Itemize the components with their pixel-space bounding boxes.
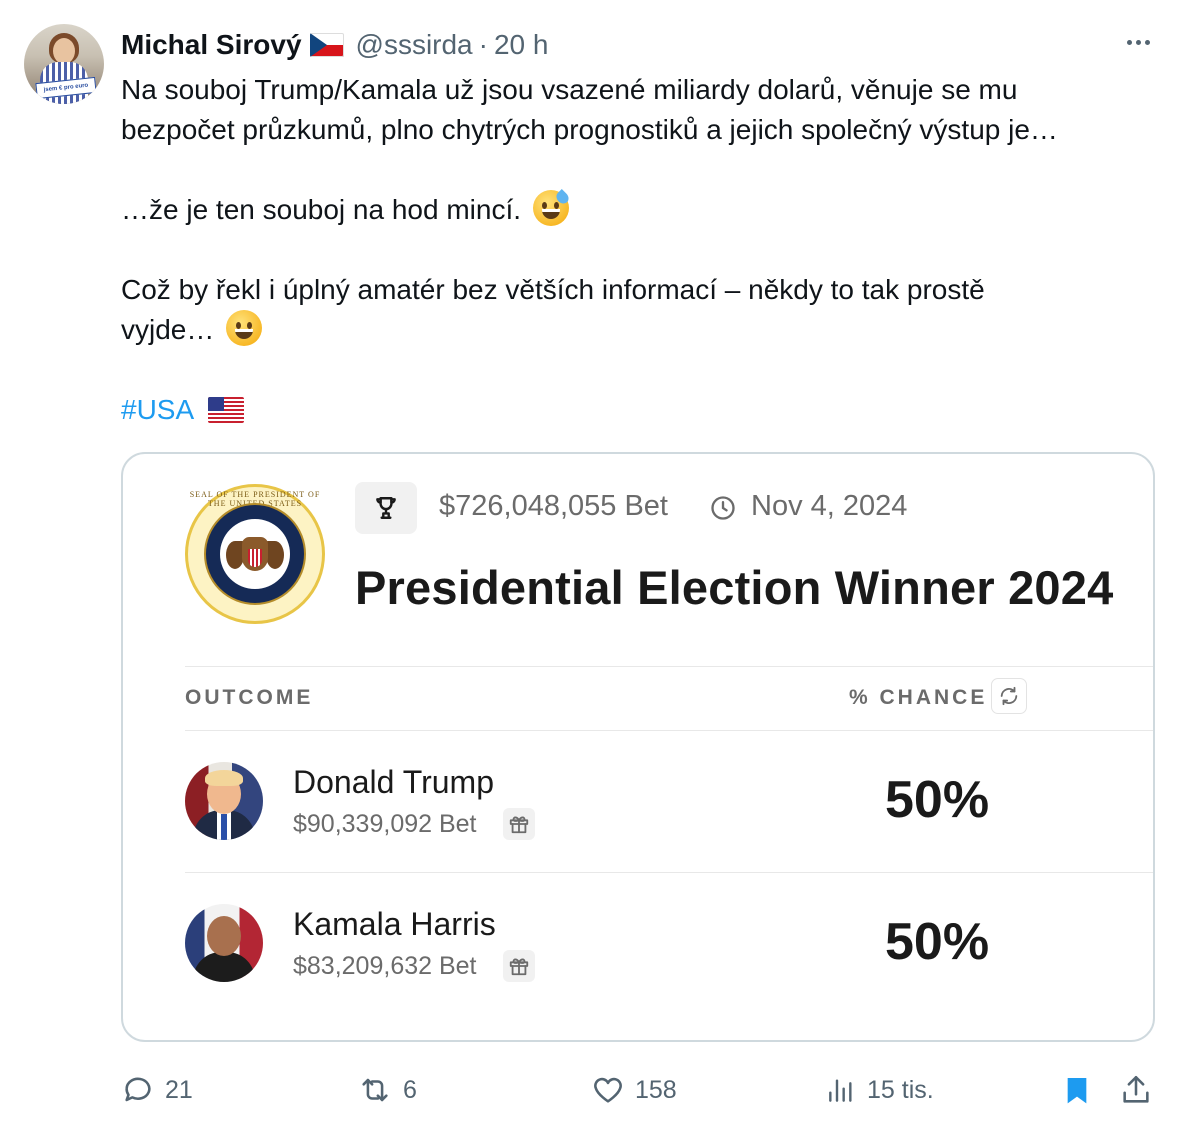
candidate-photo-harris bbox=[185, 904, 263, 982]
candidate-name: Kamala Harris bbox=[293, 906, 496, 942]
repost-button[interactable]: 6 bbox=[357, 1070, 417, 1110]
candidate-chance: 50% bbox=[885, 771, 990, 829]
presidential-seal-icon: SEAL OF THE PRESIDENT OF THE UNITED STAT… bbox=[185, 484, 325, 624]
tweet-paragraph: vyjde… bbox=[121, 310, 1171, 350]
us-flag-icon bbox=[208, 397, 245, 423]
like-count: 158 bbox=[635, 1075, 677, 1104]
share-button[interactable] bbox=[1119, 1070, 1163, 1110]
tweet-line: bezpočet průzkumů, plno chytrých prognos… bbox=[121, 114, 1058, 145]
chance-column-header: % CHANCE bbox=[849, 686, 988, 709]
tweet-paragraph: …že je ten souboj na hod mincí. bbox=[121, 189, 1171, 230]
candidate-chance: 50% bbox=[885, 913, 990, 971]
candidate-bet: $83,209,632 Bet bbox=[293, 952, 477, 980]
outcome-column-header: OUTCOME bbox=[185, 686, 314, 709]
tweet-line: Což by řekl i úplný amatér bez větších i… bbox=[121, 274, 985, 305]
divider bbox=[185, 872, 1153, 873]
refresh-icon bbox=[991, 678, 1027, 714]
reply-button[interactable]: 21 bbox=[121, 1070, 193, 1110]
view-count: 15 tis. bbox=[867, 1075, 934, 1104]
tweet-header: Michal Sirový @sssirda · 20 h bbox=[121, 28, 548, 62]
grinning-emoji-icon bbox=[226, 310, 263, 346]
hashtag-link[interactable]: #USA bbox=[121, 394, 193, 425]
more-options-icon[interactable] bbox=[1120, 30, 1156, 54]
candidate-bet: $90,339,092 Bet bbox=[293, 810, 477, 838]
reply-count: 21 bbox=[165, 1075, 193, 1104]
embedded-image[interactable]: SEAL OF THE PRESIDENT OF THE UNITED STAT… bbox=[121, 452, 1155, 1042]
author-avatar[interactable]: jsem € pro euro bbox=[24, 24, 104, 104]
candidate-name: Donald Trump bbox=[293, 764, 494, 800]
like-button[interactable]: 158 bbox=[591, 1070, 677, 1110]
heart-icon bbox=[594, 1077, 622, 1103]
views-icon bbox=[829, 1079, 852, 1102]
bookmark-icon bbox=[1067, 1078, 1087, 1104]
repost-count: 6 bbox=[403, 1075, 417, 1104]
divider bbox=[185, 666, 1153, 667]
bookmark-button[interactable] bbox=[1061, 1070, 1103, 1110]
clock-icon bbox=[709, 494, 737, 527]
grinning-sweat-emoji-icon bbox=[532, 189, 571, 226]
market-title: Presidential Election Winner 2024 bbox=[355, 561, 1114, 614]
czech-flag-icon bbox=[309, 33, 344, 57]
divider bbox=[185, 730, 1153, 731]
author-name[interactable]: Michal Sirový bbox=[121, 29, 302, 61]
tweet-line: vyjde… bbox=[121, 314, 215, 345]
author-handle[interactable]: @sssirda bbox=[356, 29, 473, 61]
tweet-paragraph: #USA bbox=[121, 390, 1171, 430]
tweet-action-bar: 21 6 158 15 tis. bbox=[121, 1070, 1161, 1110]
tweet-timestamp[interactable]: 20 h bbox=[494, 29, 549, 61]
gift-icon bbox=[503, 808, 535, 840]
tweet-line: Na souboj Trump/Kamala už jsou vsazené m… bbox=[121, 74, 1018, 105]
tweet-text: Na souboj Trump/Kamala už jsou vsazené m… bbox=[121, 70, 1171, 470]
reply-icon bbox=[125, 1077, 151, 1102]
views-button[interactable]: 15 tis. bbox=[825, 1070, 934, 1110]
gift-icon bbox=[503, 950, 535, 982]
trophy-icon bbox=[355, 482, 417, 534]
separator-dot: · bbox=[478, 29, 488, 60]
repost-icon bbox=[362, 1078, 388, 1102]
total-bet-amount: $726,048,055 Bet bbox=[439, 490, 668, 522]
candidate-photo-trump bbox=[185, 762, 263, 840]
event-date: Nov 4, 2024 bbox=[751, 490, 908, 522]
share-icon bbox=[1123, 1075, 1149, 1103]
tweet-line: …že je ten souboj na hod mincí. bbox=[121, 194, 522, 225]
